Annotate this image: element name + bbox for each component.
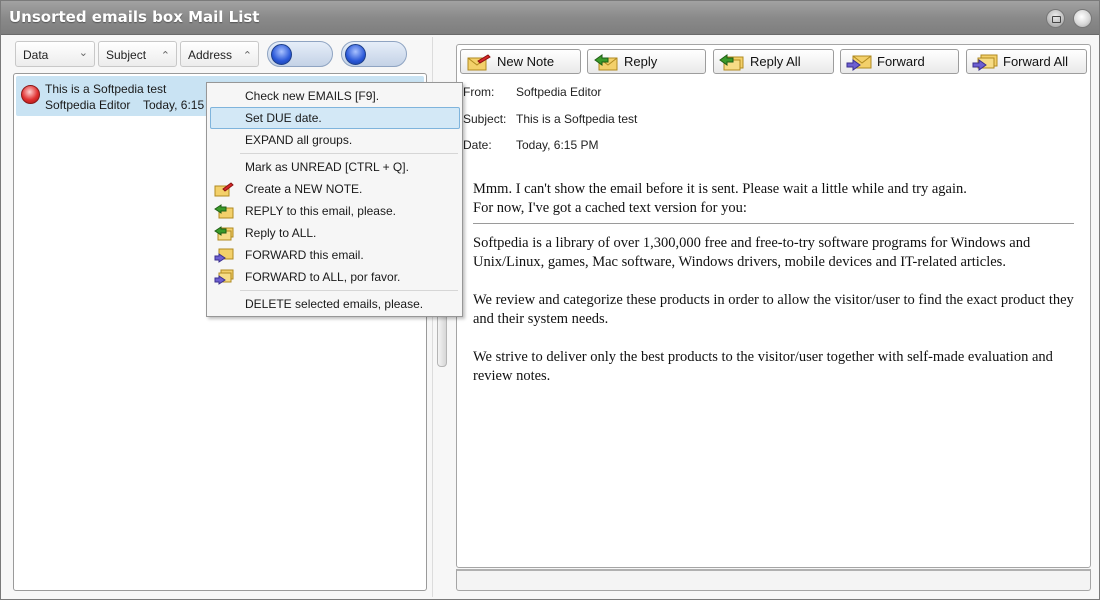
forward-icon [846, 55, 872, 71]
reply-button[interactable]: Reply [587, 49, 706, 74]
chevron-up-icon: ⌃ [242, 50, 252, 62]
from-label: From: [463, 85, 495, 99]
toggle-slider-1[interactable] [267, 41, 333, 67]
reply-all-label: Reply All [750, 54, 801, 69]
menu-item-label: FORWARD this email. [245, 248, 364, 262]
menu-item-new-note[interactable]: Create a NEW NOTE. [210, 178, 460, 200]
chevron-down-icon: ⌄ [78, 47, 88, 59]
subject-value: This is a Softpedia test [516, 112, 638, 126]
mail-date: Today, 6:15 [143, 98, 205, 112]
sort-subject-label: Subject [106, 48, 147, 62]
sort-data-label: Data [23, 48, 49, 62]
forward-all-label: Forward All [1003, 54, 1069, 69]
menu-item-forward[interactable]: FORWARD this email. [210, 244, 460, 266]
menu-item-label: Reply to ALL. [245, 226, 317, 240]
forward-icon [214, 248, 234, 263]
new-note-button[interactable]: New Note [460, 49, 581, 74]
menu-item-reply[interactable]: REPLY to this email, please. [210, 200, 460, 222]
menu-item-expand-all-groups[interactable]: EXPAND all groups. [210, 129, 460, 151]
cache-notice-line-1: Mmm. I can't show the email before it is… [473, 181, 967, 197]
reply-all-icon [214, 226, 234, 241]
menu-item-label: Create a NEW NOTE. [245, 182, 363, 196]
menu-item-reply-all[interactable]: Reply to ALL. [210, 222, 460, 244]
cache-notice: Mmm. I can't show the email before it is… [473, 180, 1078, 218]
sort-by-address-button[interactable]: Address ⌃ [180, 41, 259, 67]
menu-item-delete[interactable]: DELETE selected emails, please. [210, 293, 460, 315]
new-note-icon [214, 182, 234, 197]
from-value: Softpedia Editor [516, 85, 602, 99]
cache-notice-line-2: For now, I've got a cached text version … [473, 200, 747, 216]
menu-item-label: Set DUE date. [245, 111, 322, 125]
reply-icon [594, 54, 618, 71]
title-bar[interactable]: Unsorted emails box Mail List [1, 1, 1099, 35]
menu-item-label: Check new EMAILS [F9]. [245, 89, 380, 103]
menu-item-label: REPLY to this email, please. [245, 204, 396, 218]
menu-separator [240, 153, 458, 154]
menu-item-check-new-emails[interactable]: Check new EMAILS [F9]. [210, 85, 460, 107]
reader-footer [456, 569, 1091, 591]
sort-by-data-button[interactable]: Data ⌄ [15, 41, 95, 67]
date-value: Today, 6:15 PM [516, 138, 599, 152]
reply-all-icon [719, 54, 744, 71]
menu-item-set-due-date[interactable]: Set DUE date. [210, 107, 460, 129]
mail-sender: Softpedia Editor [45, 98, 131, 112]
subject-label: Subject: [463, 112, 507, 126]
toggle-slider-2[interactable] [341, 41, 407, 67]
reply-icon [214, 204, 234, 219]
reply-label: Reply [624, 54, 658, 69]
mail-list-window: Unsorted emails box Mail List Data ⌄ Sub… [0, 0, 1100, 600]
status-dot-icon [21, 85, 40, 104]
date-label: Date: [463, 138, 492, 152]
menu-item-label: EXPAND all groups. [245, 133, 353, 147]
mail-subject: This is a Softpedia test [45, 82, 167, 96]
body-paragraph: We review and categorize these products … [473, 292, 1074, 327]
menu-item-label: DELETE selected emails, please. [245, 297, 424, 311]
chevron-up-icon: ⌃ [160, 50, 170, 62]
window-title: Unsorted emails box Mail List [9, 8, 260, 26]
context-menu: Check new EMAILS [F9]. Set DUE date. EXP… [206, 82, 463, 317]
close-button[interactable] [1073, 9, 1092, 28]
menu-item-label: FORWARD to ALL, por favor. [245, 270, 401, 284]
forward-label: Forward [877, 54, 925, 69]
minimize-button[interactable] [1046, 9, 1065, 28]
forward-all-button[interactable]: Forward All [966, 49, 1087, 74]
menu-separator [240, 290, 458, 291]
slider-knob[interactable] [271, 44, 292, 65]
forward-all-icon [214, 269, 234, 285]
body-paragraph: Softpedia is a library of over 1,300,000… [473, 235, 1031, 270]
sort-address-label: Address [188, 48, 233, 62]
new-note-icon [467, 54, 491, 71]
forward-button[interactable]: Forward [840, 49, 959, 74]
body-paragraph: We strive to deliver only the best produ… [473, 349, 1053, 384]
menu-item-mark-unread[interactable]: Mark as UNREAD [CTRL + Q]. [210, 156, 460, 178]
reply-all-button[interactable]: Reply All [713, 49, 834, 74]
divider [473, 223, 1074, 224]
new-note-label: New Note [497, 54, 555, 69]
menu-item-forward-all[interactable]: FORWARD to ALL, por favor. [210, 266, 460, 288]
slider-knob[interactable] [345, 44, 366, 65]
menu-item-label: Mark as UNREAD [CTRL + Q]. [245, 160, 409, 174]
forward-all-icon [972, 54, 998, 71]
sort-by-subject-button[interactable]: Subject ⌃ [98, 41, 177, 67]
